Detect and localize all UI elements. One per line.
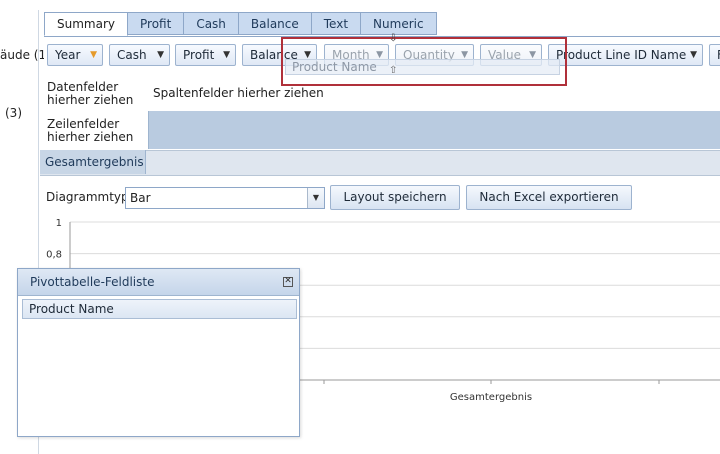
chart-type-label: Diagrammtyp xyxy=(46,190,129,204)
chart-y-tick-label: 0,8 xyxy=(46,250,62,261)
filter-field-label: Profit xyxy=(183,48,215,62)
save-layout-button[interactable]: Layout speichern xyxy=(330,185,460,210)
chart-x-tick-label: Gesamtergebnis xyxy=(450,392,532,403)
tab-text[interactable]: Text xyxy=(311,12,362,35)
filter-field-year[interactable]: Year ▼ xyxy=(47,44,103,66)
drop-arrow-up-icon: ⇧ xyxy=(389,65,398,76)
column-header-band xyxy=(148,111,720,149)
export-excel-button[interactable]: Nach Excel exportieren xyxy=(466,185,632,210)
clipped-left-text: äude (1 xyxy=(0,48,47,62)
tab-numeric[interactable]: Numeric xyxy=(361,12,437,35)
field-list-item[interactable]: Product Name xyxy=(22,299,297,319)
data-fields-label: Datenfelder hierher ziehen xyxy=(47,80,134,107)
close-icon[interactable]: ✕ xyxy=(283,277,293,287)
chart-type-select[interactable]: Bar ▼ xyxy=(125,187,325,209)
tab-strip: Summary Profit Cash Balance Text Numeric xyxy=(44,12,437,36)
filter-icon: ▼ xyxy=(690,50,697,60)
filter-field-clipped[interactable]: F xyxy=(709,44,720,66)
row-fields-label: Zeilenfelder hierher ziehen xyxy=(47,117,134,144)
grand-total-label: Gesamtergebnis xyxy=(40,150,146,174)
filter-active-icon: ▼ xyxy=(90,50,97,60)
chart-y-tick-label: 1 xyxy=(56,218,62,229)
field-list-title[interactable]: Pivottabelle-Feldliste xyxy=(18,269,299,296)
tab-profit[interactable]: Profit xyxy=(128,12,185,35)
tab-balance[interactable]: Balance xyxy=(238,12,312,35)
chart-type-value: Bar xyxy=(130,191,151,205)
filter-field-profit[interactable]: Profit ▼ xyxy=(175,44,236,66)
chevron-down-icon[interactable]: ▼ xyxy=(307,188,324,208)
dragged-field-ghost: Product Name xyxy=(285,59,560,75)
data-fields-drop-zone[interactable]: Datenfelder hierher ziehen Spaltenfelder… xyxy=(44,76,720,110)
filter-icon: ▼ xyxy=(223,50,230,60)
filter-field-label: Product Line ID Name xyxy=(556,48,687,62)
filter-icon: ▼ xyxy=(157,50,164,60)
drop-arrow-down-icon: ⇩ xyxy=(389,33,398,44)
filter-field-cash[interactable]: Cash ▼ xyxy=(109,44,170,66)
filter-field-label: Year xyxy=(55,48,81,62)
tab-cash[interactable]: Cash xyxy=(184,12,239,35)
clipped-left-count: (3) xyxy=(5,106,22,120)
tab-summary[interactable]: Summary xyxy=(44,12,128,36)
column-fields-label: Spaltenfelder hierher ziehen xyxy=(153,86,324,100)
row-fields-drop-zone[interactable]: Zeilenfelder hierher ziehen xyxy=(44,111,148,149)
filter-field-product-line-id-name[interactable]: Product Line ID Name ▼ xyxy=(548,44,703,66)
filter-field-label: Cash xyxy=(117,48,147,62)
pivot-field-list-panel[interactable]: Pivottabelle-Feldliste ✕ Product Name xyxy=(17,268,300,437)
